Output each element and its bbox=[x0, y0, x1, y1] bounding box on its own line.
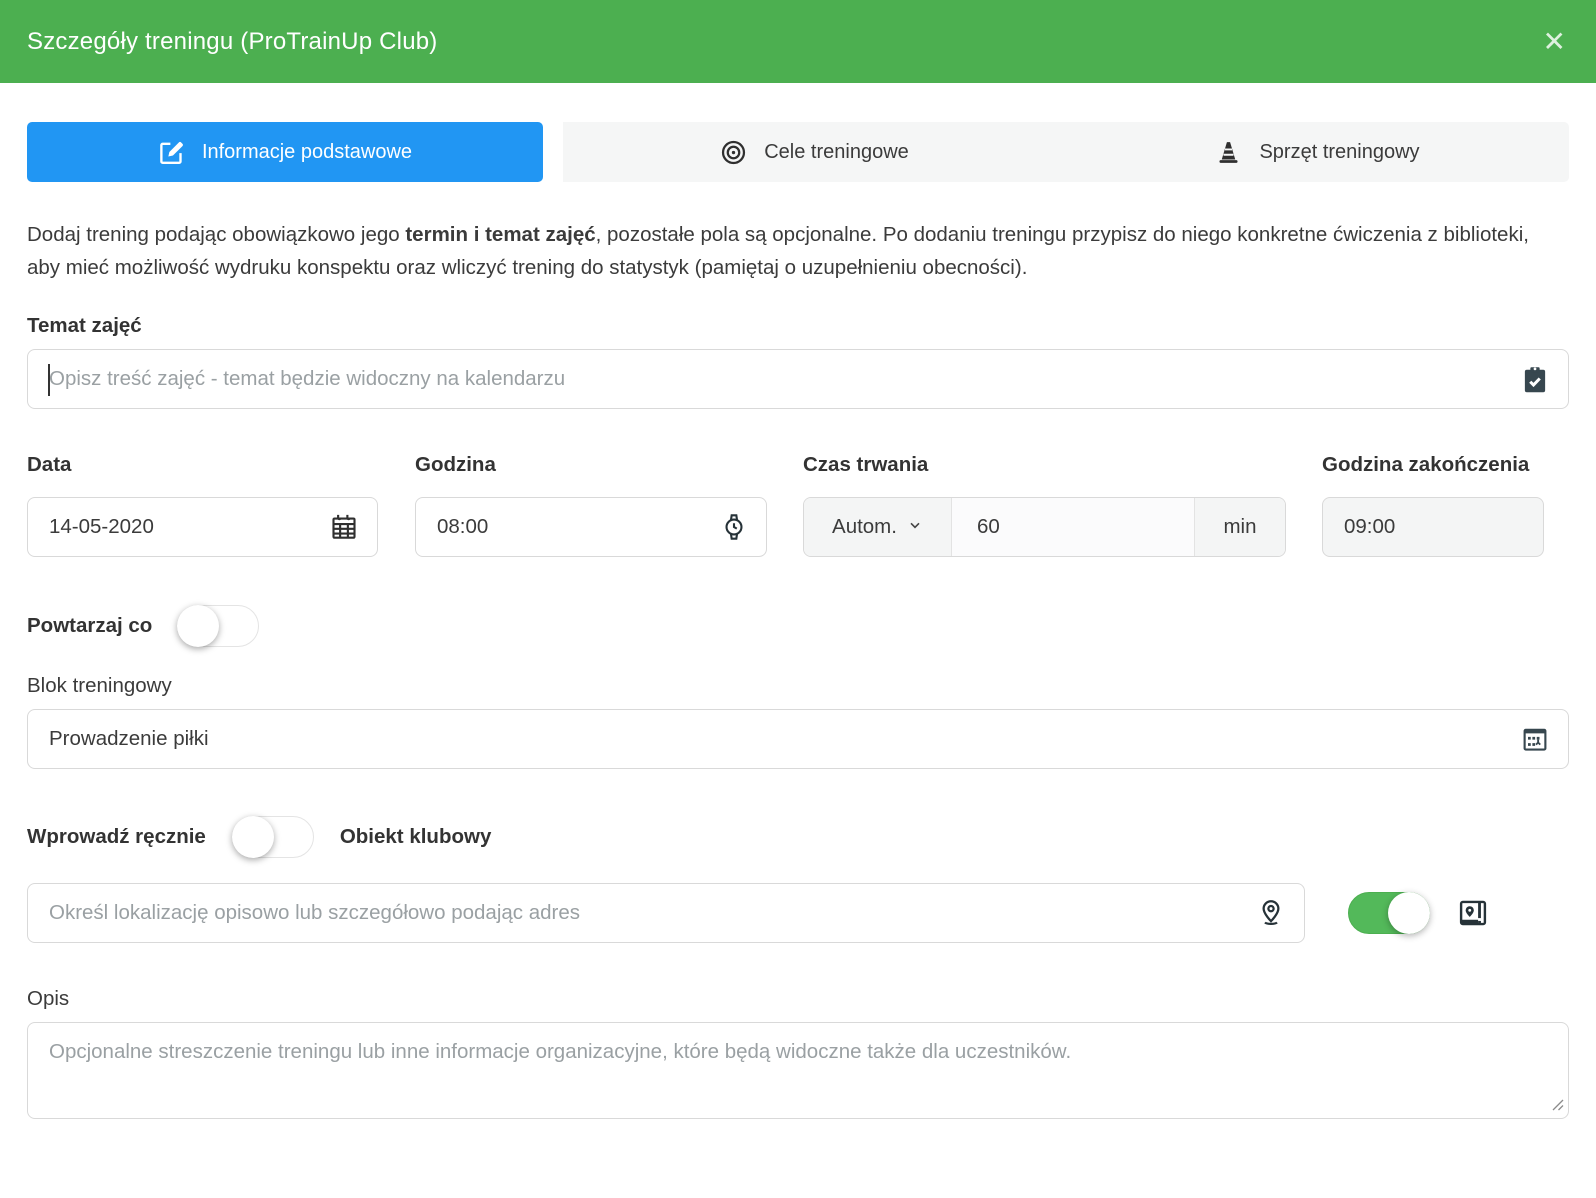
date-input[interactable] bbox=[49, 498, 317, 556]
duration-value-cell bbox=[952, 498, 1195, 556]
page-title: Szczegóły treningu (ProTrainUp Club) bbox=[27, 28, 437, 56]
manual-toggle[interactable] bbox=[232, 816, 314, 858]
date-field bbox=[27, 497, 378, 557]
topic-label: Temat zajęć bbox=[27, 314, 1569, 338]
schedule-row: Data Godzina bbox=[27, 453, 1569, 557]
description-wrap bbox=[27, 1022, 1569, 1124]
end-time-label: Godzina zakończenia bbox=[1322, 453, 1544, 477]
duration-unit: min bbox=[1195, 498, 1285, 556]
location-input[interactable] bbox=[49, 884, 1244, 942]
end-time-input[interactable] bbox=[1344, 498, 1596, 556]
target-icon bbox=[720, 139, 747, 166]
date-label: Data bbox=[27, 453, 378, 477]
description-textarea[interactable] bbox=[27, 1022, 1569, 1119]
time-label: Godzina bbox=[415, 453, 767, 477]
tab-informacje-podstawowe[interactable]: Informacje podstawowe bbox=[27, 122, 543, 182]
manual-row: Wprowadź ręcznie Obiekt klubowy bbox=[27, 815, 1569, 859]
block-label: Blok treningowy bbox=[27, 674, 1569, 698]
block-field bbox=[27, 709, 1569, 769]
chevron-down-icon bbox=[907, 515, 923, 539]
repeat-toggle[interactable] bbox=[177, 605, 259, 647]
description-label: Opis bbox=[27, 987, 1569, 1011]
repeat-label: Powtarzaj co bbox=[27, 614, 152, 638]
block-input[interactable] bbox=[49, 710, 1508, 768]
duration-input[interactable] bbox=[952, 515, 1194, 539]
calendar-grid-icon[interactable] bbox=[1520, 724, 1550, 754]
tab-label: Sprzęt treningowy bbox=[1259, 141, 1419, 164]
tab-label: Informacje podstawowe bbox=[202, 141, 412, 164]
modal-header: Szczegóły treningu (ProTrainUp Club) ✕ bbox=[0, 0, 1596, 83]
duration-label: Czas trwania bbox=[803, 453, 1286, 477]
duration-mode-value: Autom. bbox=[832, 515, 897, 539]
tab-cele-treningowe[interactable]: Cele treningowe bbox=[563, 122, 1066, 182]
tab-label: Cele treningowe bbox=[764, 141, 909, 164]
edit-icon bbox=[158, 139, 185, 166]
watch-icon[interactable] bbox=[720, 513, 748, 541]
toggle-knob bbox=[1388, 892, 1430, 934]
map-pin-icon[interactable] bbox=[1256, 898, 1286, 928]
topic-input[interactable] bbox=[49, 350, 1508, 408]
topic-field bbox=[27, 349, 1569, 409]
cone-icon bbox=[1215, 139, 1242, 166]
calendar-icon[interactable] bbox=[329, 512, 359, 542]
tab-bar: Informacje podstawowe Cele treningowe bbox=[27, 122, 1569, 182]
duration-group: Autom. min bbox=[803, 497, 1286, 557]
close-icon[interactable]: ✕ bbox=[1543, 28, 1566, 56]
map-toggle[interactable] bbox=[1348, 892, 1430, 934]
intro-paragraph: Dodaj trening podając obowiązkowo jego t… bbox=[27, 218, 1557, 284]
duration-mode-select[interactable]: Autom. bbox=[804, 498, 952, 556]
resize-handle-icon[interactable] bbox=[1551, 1098, 1564, 1116]
end-time-field bbox=[1322, 497, 1544, 557]
map-book-icon[interactable] bbox=[1456, 896, 1490, 930]
toggle-knob bbox=[232, 816, 274, 858]
time-field bbox=[415, 497, 767, 557]
repeat-row: Powtarzaj co bbox=[27, 604, 1569, 648]
location-field bbox=[27, 883, 1305, 943]
clipboard-check-icon[interactable] bbox=[1520, 364, 1550, 394]
location-row bbox=[27, 883, 1569, 943]
club-label: Obiekt klubowy bbox=[340, 825, 492, 849]
text-caret bbox=[48, 364, 50, 396]
manual-label: Wprowadź ręcznie bbox=[27, 825, 206, 849]
toggle-knob bbox=[177, 605, 219, 647]
time-input[interactable] bbox=[437, 498, 708, 556]
tab-sprzet-treningowy[interactable]: Sprzęt treningowy bbox=[1066, 122, 1569, 182]
